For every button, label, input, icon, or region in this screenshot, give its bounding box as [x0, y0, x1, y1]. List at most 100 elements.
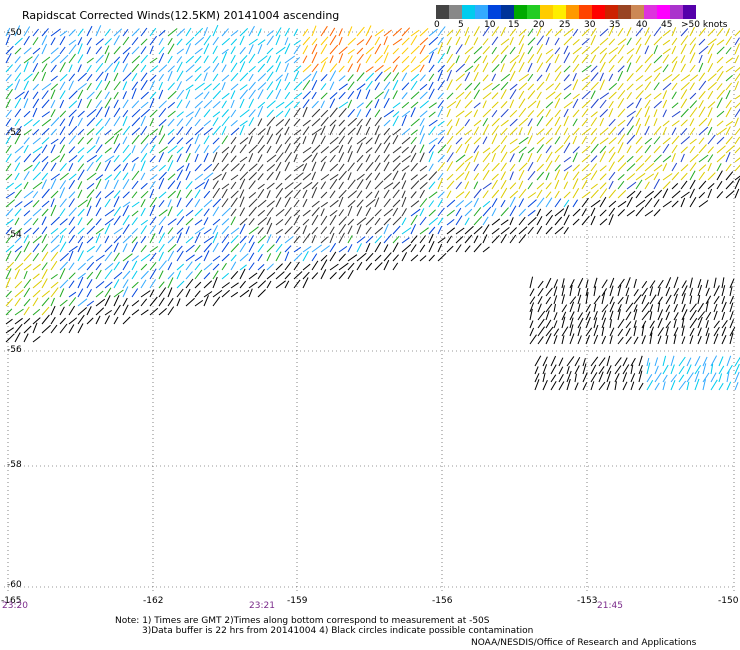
- wind-barb: [626, 134, 636, 145]
- wind-barb: [665, 294, 672, 305]
- wind-barb: [446, 245, 454, 253]
- wind-barb: [599, 151, 606, 163]
- wind-barb: [50, 99, 56, 109]
- wind-barb: [617, 155, 625, 163]
- wind-barb: [104, 174, 113, 181]
- wind-barb: [716, 127, 727, 136]
- wind-barb: [482, 246, 490, 253]
- wind-barb: [14, 245, 23, 253]
- wind-barb: [329, 92, 338, 100]
- wind-barb: [437, 225, 443, 235]
- wind-barb: [158, 107, 167, 118]
- wind-barb: [86, 137, 93, 145]
- wind-barb: [374, 64, 384, 73]
- wind-barb: [572, 73, 577, 82]
- wind-barb: [662, 48, 671, 55]
- wind-barb: [230, 216, 236, 226]
- wind-barb: [131, 81, 139, 91]
- wind-barb: [509, 99, 515, 109]
- wind-barb: [383, 161, 390, 172]
- wind-barb: [284, 91, 291, 100]
- wind-barb: [23, 252, 32, 262]
- wind-barb: [221, 272, 230, 280]
- wind-barb: [653, 199, 660, 208]
- wind-barb: [50, 281, 59, 289]
- wind-barb: [356, 206, 363, 217]
- wind-barb: [464, 217, 470, 226]
- wind-barb: [329, 44, 339, 55]
- wind-barb: [590, 143, 599, 154]
- wind-barb: [617, 70, 624, 82]
- wind-barb: [266, 133, 274, 145]
- wind-barb: [428, 64, 435, 73]
- wind-barb: [437, 64, 445, 73]
- wind-barb: [536, 81, 545, 91]
- wind-barb: [176, 137, 184, 145]
- wind-barb: [374, 262, 383, 271]
- wind-barb: [14, 172, 20, 181]
- wind-barb: [131, 300, 140, 307]
- wind-barb: [293, 142, 301, 154]
- wind-speed-colorbar: [436, 5, 696, 19]
- wind-barb: [329, 98, 336, 109]
- wind-barb: [167, 160, 174, 172]
- wind-barb: [32, 297, 39, 307]
- wind-barb: [122, 136, 128, 145]
- wind-barb: [293, 261, 300, 271]
- wind-barb: [59, 317, 66, 325]
- wind-barb: [554, 92, 562, 100]
- wind-barb: [698, 80, 707, 91]
- wind-barb: [713, 320, 720, 329]
- wind-barb: [665, 311, 670, 321]
- wind-barb: [653, 178, 660, 190]
- wind-barb: [356, 199, 364, 208]
- wind-barb: [275, 88, 282, 100]
- wind-barb: [697, 335, 702, 345]
- wind-barb: [383, 208, 394, 217]
- wind-barb: [374, 190, 380, 199]
- wind-barb: [149, 246, 159, 253]
- wind-barb: [383, 88, 390, 100]
- wind-barb: [599, 165, 607, 172]
- wind-barb: [275, 34, 281, 46]
- wind-barb: [347, 179, 356, 190]
- wind-barb: [625, 321, 632, 329]
- wind-barb: [248, 252, 255, 262]
- wind-barb: [185, 84, 194, 91]
- wind-barb: [545, 117, 554, 127]
- wind-barb: [140, 108, 151, 118]
- wind-barb: [553, 320, 558, 329]
- wind-barb: [347, 136, 353, 145]
- wind-barb: [68, 39, 76, 46]
- wind-barb: [212, 187, 221, 199]
- wind-barb: [392, 242, 399, 253]
- wind-barb: [542, 372, 546, 383]
- wind-barb: [707, 101, 716, 109]
- wind-barb: [356, 236, 366, 244]
- wind-barb: [284, 272, 291, 280]
- wind-barb: [446, 235, 453, 244]
- wind-barb: [653, 72, 661, 82]
- wind-barb: [41, 71, 47, 82]
- wind-barb: [491, 133, 498, 145]
- wind-barb: [221, 207, 231, 217]
- wind-barb: [410, 200, 420, 208]
- wind-barb: [734, 178, 740, 190]
- wind-barb: [482, 136, 488, 145]
- wind-barb: [275, 197, 282, 208]
- wind-barb: [464, 155, 473, 163]
- wind-barb: [392, 135, 399, 145]
- wind-barb: [23, 98, 29, 109]
- wind-barb: [68, 324, 75, 334]
- wind-barb: [599, 137, 609, 145]
- wind-barb: [203, 83, 212, 91]
- wind-barb: [725, 120, 734, 127]
- wind-barb: [725, 152, 731, 163]
- wind-barb: [608, 100, 614, 109]
- wind-barb: [275, 46, 286, 55]
- wind-barb: [194, 299, 204, 307]
- wind-barb: [392, 254, 399, 262]
- wind-barb: [5, 163, 12, 172]
- wind-barb: [338, 271, 346, 280]
- wind-barb: [14, 108, 22, 118]
